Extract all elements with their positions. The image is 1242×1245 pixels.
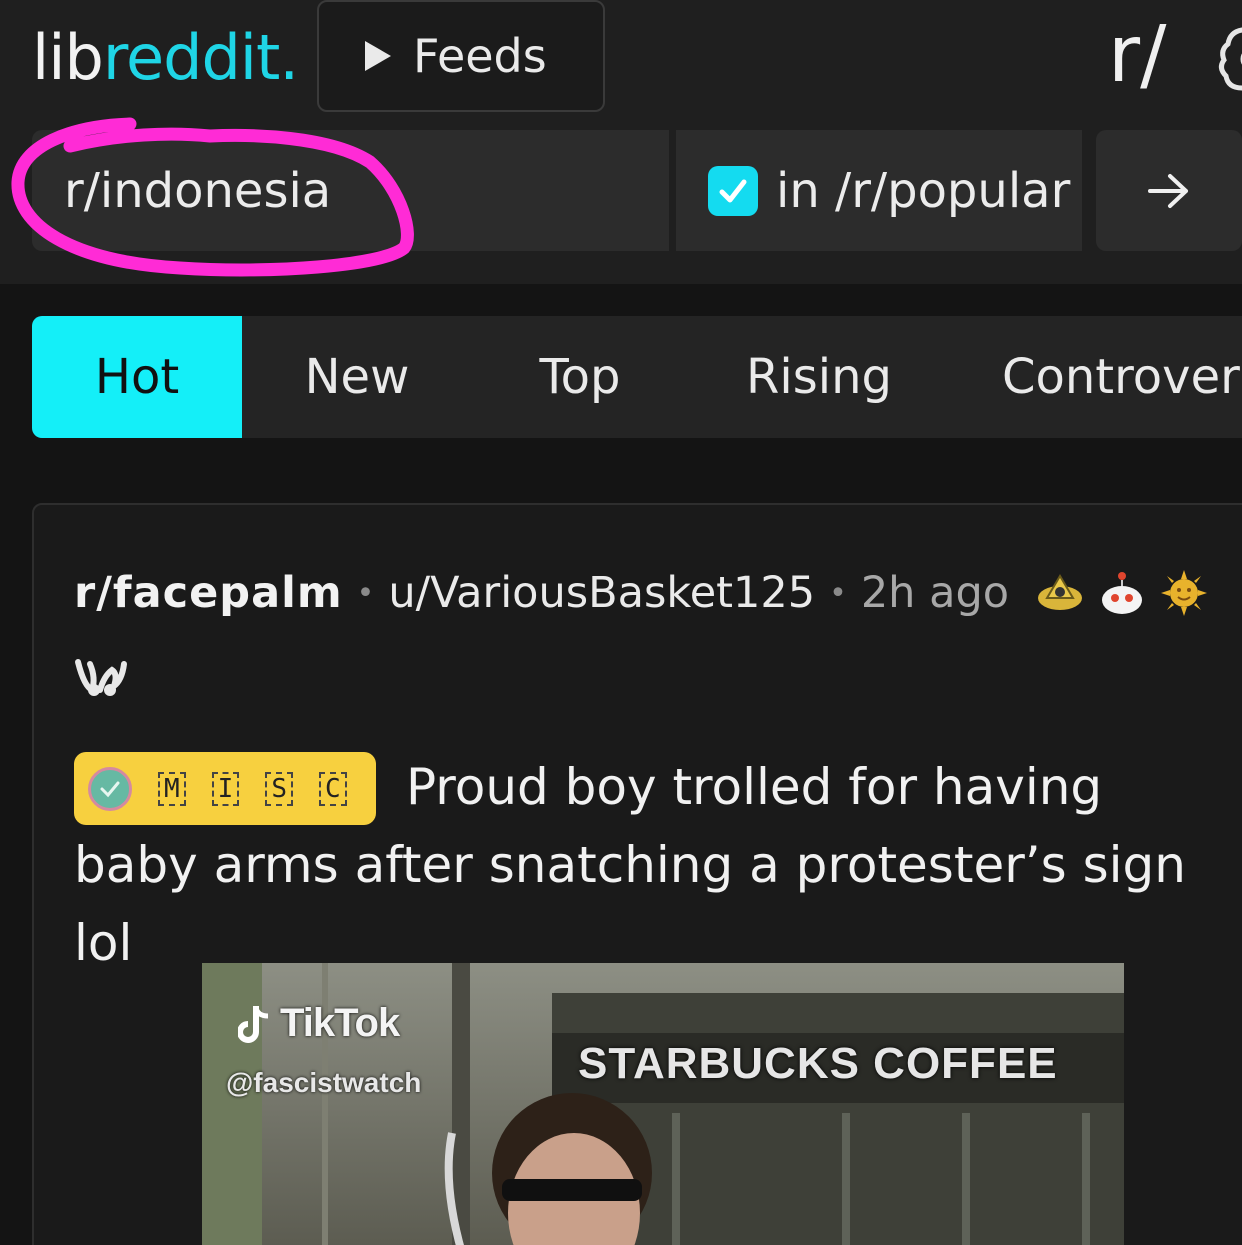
- search-input-value: r/indonesia: [64, 162, 332, 219]
- post-time: 2h ago: [860, 568, 1010, 618]
- tab-controversial[interactable]: Controver: [950, 316, 1242, 438]
- header: libreddit. Feeds r/ r/indonesia in /r/po…: [0, 0, 1242, 284]
- tab-rising[interactable]: Rising: [688, 316, 950, 438]
- arrow-right-icon: [1148, 173, 1188, 208]
- search-submit-button[interactable]: [1096, 130, 1242, 251]
- logo-reddit: reddit.: [102, 21, 299, 94]
- post-author-link[interactable]: u/VariousBasket125: [388, 568, 815, 618]
- bunny-award-icon: [75, 659, 127, 696]
- subreddits-link[interactable]: r/: [1108, 10, 1166, 100]
- restrict-search-checkbox[interactable]: in /r/popular: [676, 130, 1082, 251]
- tiktok-watermark: TikTok: [238, 1001, 400, 1046]
- search-input[interactable]: r/indonesia: [32, 130, 669, 251]
- post-meta: r/facepalm • u/VariousBasket125 • 2h ago: [74, 562, 1209, 624]
- store-sign-text: STARBUCKS COFFEE: [578, 1039, 1058, 1088]
- tiktok-handle: @fascistwatch: [226, 1067, 422, 1098]
- libreddit-logo[interactable]: libreddit.: [32, 18, 299, 98]
- tab-new[interactable]: New: [242, 316, 472, 438]
- snoo-award-icon: [1102, 572, 1143, 614]
- hat-award-icon: [1038, 574, 1083, 610]
- meta-separator: •: [356, 575, 375, 611]
- meta-separator: •: [829, 575, 847, 611]
- feeds-label: Feeds: [413, 29, 547, 83]
- restrict-label: in /r/popular: [776, 162, 1071, 219]
- checkbox-checked-icon[interactable]: [708, 165, 758, 216]
- settings-gear-icon[interactable]: [1214, 24, 1242, 94]
- feeds-dropdown-button[interactable]: Feeds: [317, 0, 605, 112]
- post-media-thumbnail[interactable]: TikTok @fascistwatch STARBUCKS COFFEE: [202, 963, 1124, 1245]
- logo-lib: lib: [32, 21, 104, 94]
- post-title-link[interactable]: Proud boy trolled for having baby arms a…: [74, 748, 1234, 982]
- tab-top[interactable]: Top: [472, 316, 688, 438]
- triangle-right-icon: [365, 41, 391, 71]
- sun-award-icon: [1161, 570, 1208, 616]
- post-subreddit-link[interactable]: r/facepalm: [74, 568, 343, 618]
- tab-hot[interactable]: Hot: [32, 316, 242, 438]
- sort-tabs: Hot New Top Rising Controver: [32, 316, 1242, 438]
- tiktok-note-icon: [238, 1005, 269, 1043]
- tiktok-brand-text: TikTok: [280, 1001, 400, 1045]
